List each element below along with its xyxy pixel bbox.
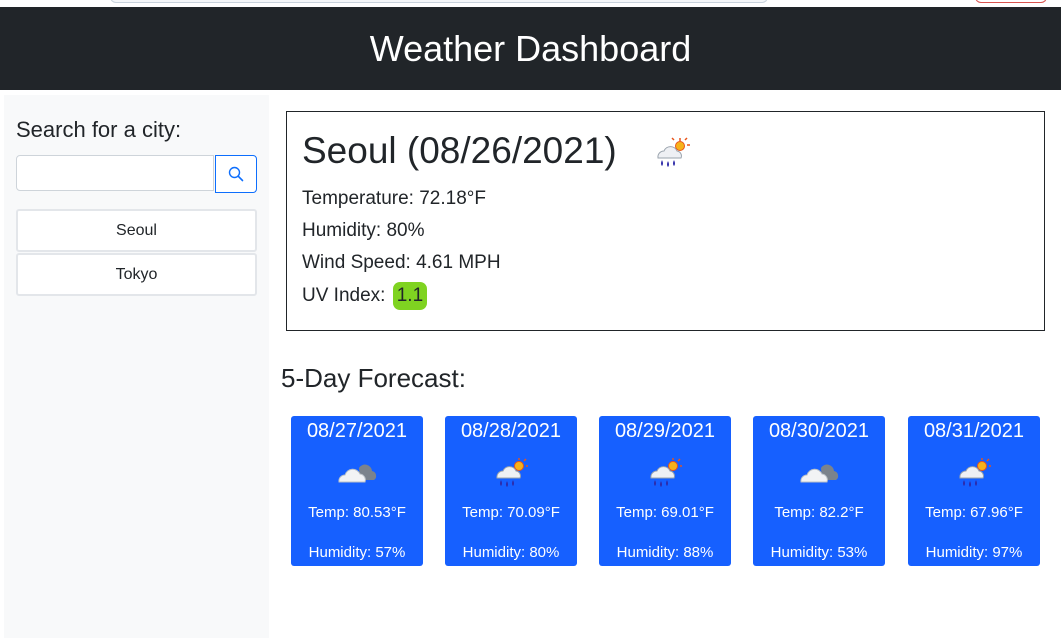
forecast-humidity: Humidity: 57% [308,544,406,561]
forecast-date: 08/29/2021 [614,420,716,442]
app-header: Weather Dashboard [0,7,1061,90]
history-button-tokyo[interactable]: Tokyo [16,253,257,296]
current-humidity: Humidity: 80% [302,220,425,241]
forecast-date: 08/31/2021 [923,420,1025,442]
history-button-label: Tokyo [115,265,158,283]
forecast-card: 08/29/2021 Temp: 69.01°F Humidity: 88% [599,416,731,566]
uv-badge: 1.1 [392,282,428,310]
forecast-date: 08/30/2021 [768,420,870,442]
search-heading: Search for a city: [16,117,182,142]
rain-sun-icon [657,137,690,167]
forecast-temp: Temp: 69.01°F [616,504,714,521]
forecast-card: 08/31/2021 Temp: 67.96°F Humidity: 97% [908,416,1040,566]
forecast-temp: Temp: 80.53°F [308,504,406,521]
rain-sun-icon [959,458,991,487]
forecast-humidity: Humidity: 80% [462,544,560,561]
forecast-card: 08/27/2021 Temp: 80.53°F Humidity: 57% [291,416,423,566]
browser-button-edge [975,0,1047,3]
current-temperature: Temperature: 72.18°F [302,188,486,209]
forecast-temp: Temp: 82.2°F [774,504,864,521]
forecast-temp: Temp: 70.09°F [462,504,560,521]
forecast-temp: Temp: 67.96°F [925,504,1023,521]
forecast-date: 08/27/2021 [306,420,408,442]
app-title: Weather Dashboard [369,27,692,69]
search-button[interactable] [215,155,257,193]
current-city-title: Seoul (08/26/2021) [302,130,617,171]
cloud-icon [338,464,377,483]
history-button-label: Seoul [116,221,157,239]
city-search-input[interactable] [16,155,214,191]
cloud-icon [800,464,839,483]
rain-sun-icon [496,458,528,487]
forecast-heading: 5-Day Forecast: [281,363,466,393]
address-bar-edge [110,0,768,3]
sidebar: Search for a city: Seoul Tokyo [4,95,269,638]
current-uv-index: UV Index: 1.1 [302,282,428,310]
rain-sun-icon [650,458,682,487]
forecast-date: 08/28/2021 [460,420,562,442]
forecast-humidity: Humidity: 97% [925,544,1023,561]
current-weather-card: Seoul (08/26/2021) Temperature: 72.18°F … [286,111,1045,331]
history-button-seoul[interactable]: Seoul [16,209,257,252]
forecast-humidity: Humidity: 53% [770,544,868,561]
forecast-card: 08/28/2021 Temp: 70.09°F Humidity: 80% [445,416,577,566]
forecast-card: 08/30/2021 Temp: 82.2°F Humidity: 53% [753,416,885,566]
current-wind-speed: Wind Speed: 4.61 MPH [302,252,501,273]
browser-top-strip [0,0,1061,7]
uv-label: UV Index: [302,285,386,306]
search-icon [228,166,244,182]
forecast-humidity: Humidity: 88% [616,544,714,561]
